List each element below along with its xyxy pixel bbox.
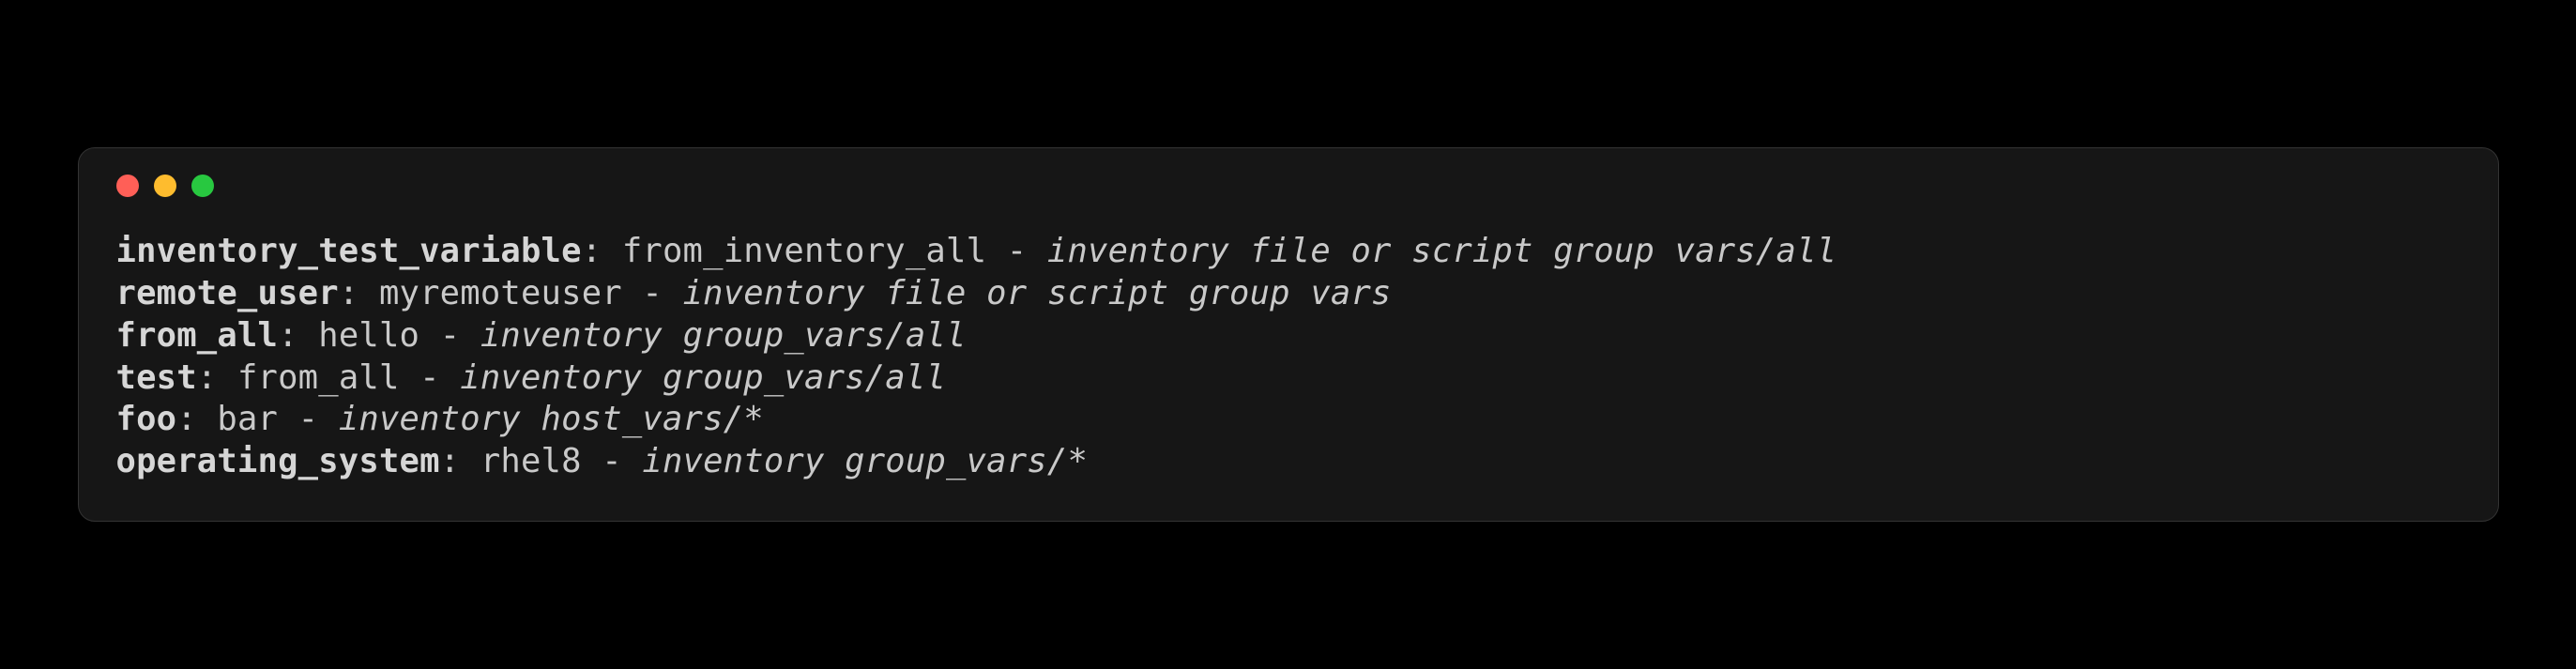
var-value: myremoteuser (379, 274, 622, 312)
dash: - (986, 232, 1047, 270)
maximize-icon[interactable] (191, 175, 214, 197)
dash: - (400, 358, 461, 397)
dash: - (622, 274, 683, 312)
output-line: inventory_test_variable: from_inventory_… (116, 231, 2461, 273)
var-key: inventory_test_variable (116, 232, 582, 270)
var-comment: inventory host_vars/* (339, 400, 764, 438)
terminal-content: inventory_test_variable: from_inventory_… (116, 231, 2461, 482)
var-key: foo (116, 400, 177, 438)
var-comment: inventory group_vars/all (480, 316, 967, 355)
colon: : (339, 274, 359, 312)
output-line: from_all: hello - inventory group_vars/a… (116, 315, 2461, 357)
window-titlebar (116, 175, 2461, 197)
colon: : (176, 400, 197, 438)
var-value: from_inventory_all (622, 232, 986, 270)
var-value: bar (217, 400, 278, 438)
minimize-icon[interactable] (154, 175, 176, 197)
var-value: hello (318, 316, 419, 355)
output-line: operating_system: rhel8 - inventory grou… (116, 441, 2461, 483)
output-line: remote_user: myremoteuser - inventory fi… (116, 273, 2461, 315)
terminal-window: inventory_test_variable: from_inventory_… (78, 147, 2499, 521)
colon: : (440, 442, 461, 480)
var-comment: inventory group_vars/all (460, 358, 946, 397)
var-comment: inventory group_vars/* (642, 442, 1088, 480)
dash: - (582, 442, 643, 480)
dash: - (419, 316, 480, 355)
close-icon[interactable] (116, 175, 139, 197)
var-key: test (116, 358, 197, 397)
var-comment: inventory file or script group vars (683, 274, 1392, 312)
var-value: rhel8 (480, 442, 582, 480)
colon: : (197, 358, 218, 397)
var-comment: inventory file or script group vars/all (1047, 232, 1837, 270)
output-line: foo: bar - inventory host_vars/* (116, 399, 2461, 441)
var-key: operating_system (116, 442, 440, 480)
dash: - (278, 400, 339, 438)
colon: : (582, 232, 602, 270)
var-value: from_all (237, 358, 400, 397)
colon: : (278, 316, 298, 355)
output-line: test: from_all - inventory group_vars/al… (116, 357, 2461, 400)
var-key: remote_user (116, 274, 339, 312)
var-key: from_all (116, 316, 279, 355)
